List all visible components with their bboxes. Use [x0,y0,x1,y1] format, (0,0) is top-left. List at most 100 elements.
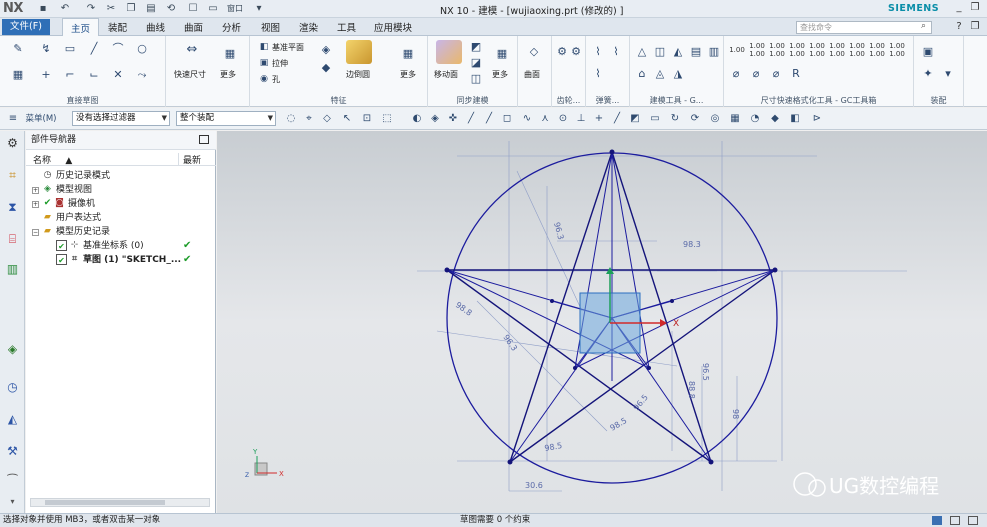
redo-icon[interactable]: ↷ [84,2,98,15]
dim-label[interactable]: 96.5 [632,393,650,412]
dim-format-7[interactable]: 1.00 1.00 [848,42,866,58]
tool3-icon[interactable]: ◮ [670,66,686,82]
extrude-label[interactable]: 拉伸 [272,58,288,69]
tab-analysis[interactable]: 分析 [222,20,241,34]
status-icon-2[interactable] [950,516,960,525]
process-studio-icon[interactable]: ⚒ [4,443,21,460]
dim-label[interactable]: 96.5 [701,363,710,381]
diameter-icon[interactable]: ⌀ [728,66,744,82]
line-icon[interactable]: ╱ [86,41,102,57]
radius-icon[interactable]: R [788,66,804,82]
cut-tool-icon[interactable]: ⌂ [634,66,650,82]
more-feature-icon[interactable]: ▦ [400,46,416,62]
undo-icon[interactable]: ↶ [58,2,72,15]
cut-icon[interactable]: ✂ [104,2,118,15]
box-select-icon[interactable]: ⬚ [380,112,394,126]
move-face-label[interactable]: 移动面 [434,69,458,80]
dim-label[interactable]: 98.5 [609,416,629,433]
tab-applications[interactable]: 应用模块 [374,20,412,34]
filter-icon[interactable]: ◇ [320,112,334,126]
spring-icon[interactable]: ⌇ [590,44,606,60]
maximize-icon[interactable] [199,135,209,144]
web-browser-icon[interactable]: ◈ [4,341,21,358]
dim-label[interactable]: 98 [731,409,740,419]
assembly-more-icon[interactable]: ▾ [940,66,956,82]
ribbon-restore-icon[interactable]: ❐ [968,20,982,34]
repeat-icon[interactable]: ⟲ [164,2,178,15]
tab-view[interactable]: 视图 [261,20,280,34]
shape-icon[interactable]: ◭ [670,44,686,60]
surface-label[interactable]: 曲面 [524,69,540,80]
system-materials-icon[interactable]: ◭ [4,411,21,428]
dim-label[interactable]: 98.5 [544,441,563,453]
refresh-icon[interactable]: ⟳ [688,112,702,126]
column-name-header[interactable]: 名称 ▲ [33,153,72,166]
sketch-icon[interactable]: ✎ [10,41,26,57]
extend-icon[interactable]: ⤳ [134,67,150,83]
datum-plane-label[interactable]: 基准平面 [272,42,304,53]
more-label-2[interactable]: 更多 [400,69,416,80]
arc-icon[interactable]: ⌒ [110,41,126,57]
help-icon[interactable]: ? [952,20,966,34]
roles-icon[interactable]: ⁀ [4,473,21,490]
nav-row-model-history[interactable]: − ▰ 模型历史记录 [26,225,216,239]
quadrant-icon[interactable]: ◻ [500,112,514,126]
profile-icon[interactable]: ↯ [38,41,54,57]
spring3-icon[interactable]: ⌇ [590,66,606,82]
pull-face-icon[interactable]: ◩ [468,39,484,55]
dim-format-8[interactable]: 1.00 1.00 [868,42,886,58]
trim-icon[interactable]: ✕ [110,67,126,83]
center-icon[interactable]: ⊙ [556,112,570,126]
shell-icon[interactable]: ◆ [318,60,334,76]
curve-snap-icon[interactable]: ∿ [520,112,534,126]
diameter2-icon[interactable]: ⌀ [748,66,764,82]
add-component-icon[interactable]: ✦ [920,66,936,82]
rotate-icon[interactable]: ↻ [668,112,682,126]
tab-tools[interactable]: 工具 [337,20,356,34]
dim-format-9[interactable]: 1.00 1.00 [888,42,906,58]
box-icon[interactable]: ◫ [652,44,668,60]
quick-dimension-label[interactable]: 快速尺寸 [174,69,206,80]
grid-icon[interactable]: ▦ [728,112,742,126]
nav-row-model-views[interactable]: + ◈ 模型视图 [26,183,216,197]
nav-row-sketch[interactable]: ✔ ⌗ 草图 (1) "SKETCH_... ✔ [26,253,216,267]
datum-plane-icon[interactable]: ◧ [256,39,272,55]
select-icon[interactable]: ⌖ [302,112,316,126]
nav-row-datum-csys[interactable]: ✔ ⊹ 基准坐标系 (0) ✔ [26,239,216,253]
checkbox-icon[interactable]: ✔ [56,240,67,251]
minimize-icon[interactable]: _ [952,1,966,15]
edge-blend-label[interactable]: 边倒圆 [346,69,370,80]
dim-format-6[interactable]: 1.00 1.00 [828,42,846,58]
shade-icon[interactable]: ◐ [410,112,424,126]
spring2-icon[interactable]: ⌇ [608,44,624,60]
dim-label[interactable]: 98.8 [454,300,474,318]
dim-format-3[interactable]: 1.00 1.00 [768,42,786,58]
checkmark-icon[interactable]: ✔ [42,198,53,209]
fillet-icon[interactable]: ⌐ [62,67,78,83]
reuse-library-icon[interactable]: ▥ [4,261,21,278]
frame-icon[interactable]: ▤ [688,44,704,60]
history-icon[interactable]: ◷ [4,379,21,396]
more-sync-icon[interactable]: ▦ [494,46,510,62]
circle-snap-icon[interactable]: ◎ [708,112,722,126]
chamfer-icon[interactable]: ⌙ [86,67,102,83]
cross-icon[interactable]: + [592,112,606,126]
touch-icon[interactable]: ☐ [186,2,200,15]
scope-select[interactable]: 整个装配 ▼ [176,111,276,126]
settings-icon[interactable]: ⚙ [4,135,21,152]
menu-button[interactable]: 菜单(M) [18,112,64,126]
endpoint-icon[interactable]: ✜ [446,112,460,126]
dim-label[interactable]: 96.3 [552,221,565,241]
sketch-canvas[interactable]: X 96.3 98.3 96.3 98.5 88.8 96.5 98.5 96.… [217,131,987,513]
dim-label[interactable]: 30.6 [525,481,543,490]
expand-icon[interactable]: + [32,201,39,208]
save-icon[interactable]: ▪ [36,2,50,15]
offset-face-icon[interactable]: ◪ [468,55,484,71]
midpoint-icon[interactable]: ╱ [464,112,478,126]
column-latest-header[interactable]: 最新 [178,153,201,166]
graphics-window[interactable]: X 96.3 98.3 96.3 98.5 88.8 96.5 98.5 96.… [217,131,987,513]
hole-label[interactable]: 孔 [272,74,280,85]
selection-filter-select[interactable]: 没有选择过滤器 ▼ [72,111,170,126]
nav-row-user-expressions[interactable]: ▰ 用户表达式 [26,211,216,225]
gear2-icon[interactable]: ⚙ [568,44,584,60]
